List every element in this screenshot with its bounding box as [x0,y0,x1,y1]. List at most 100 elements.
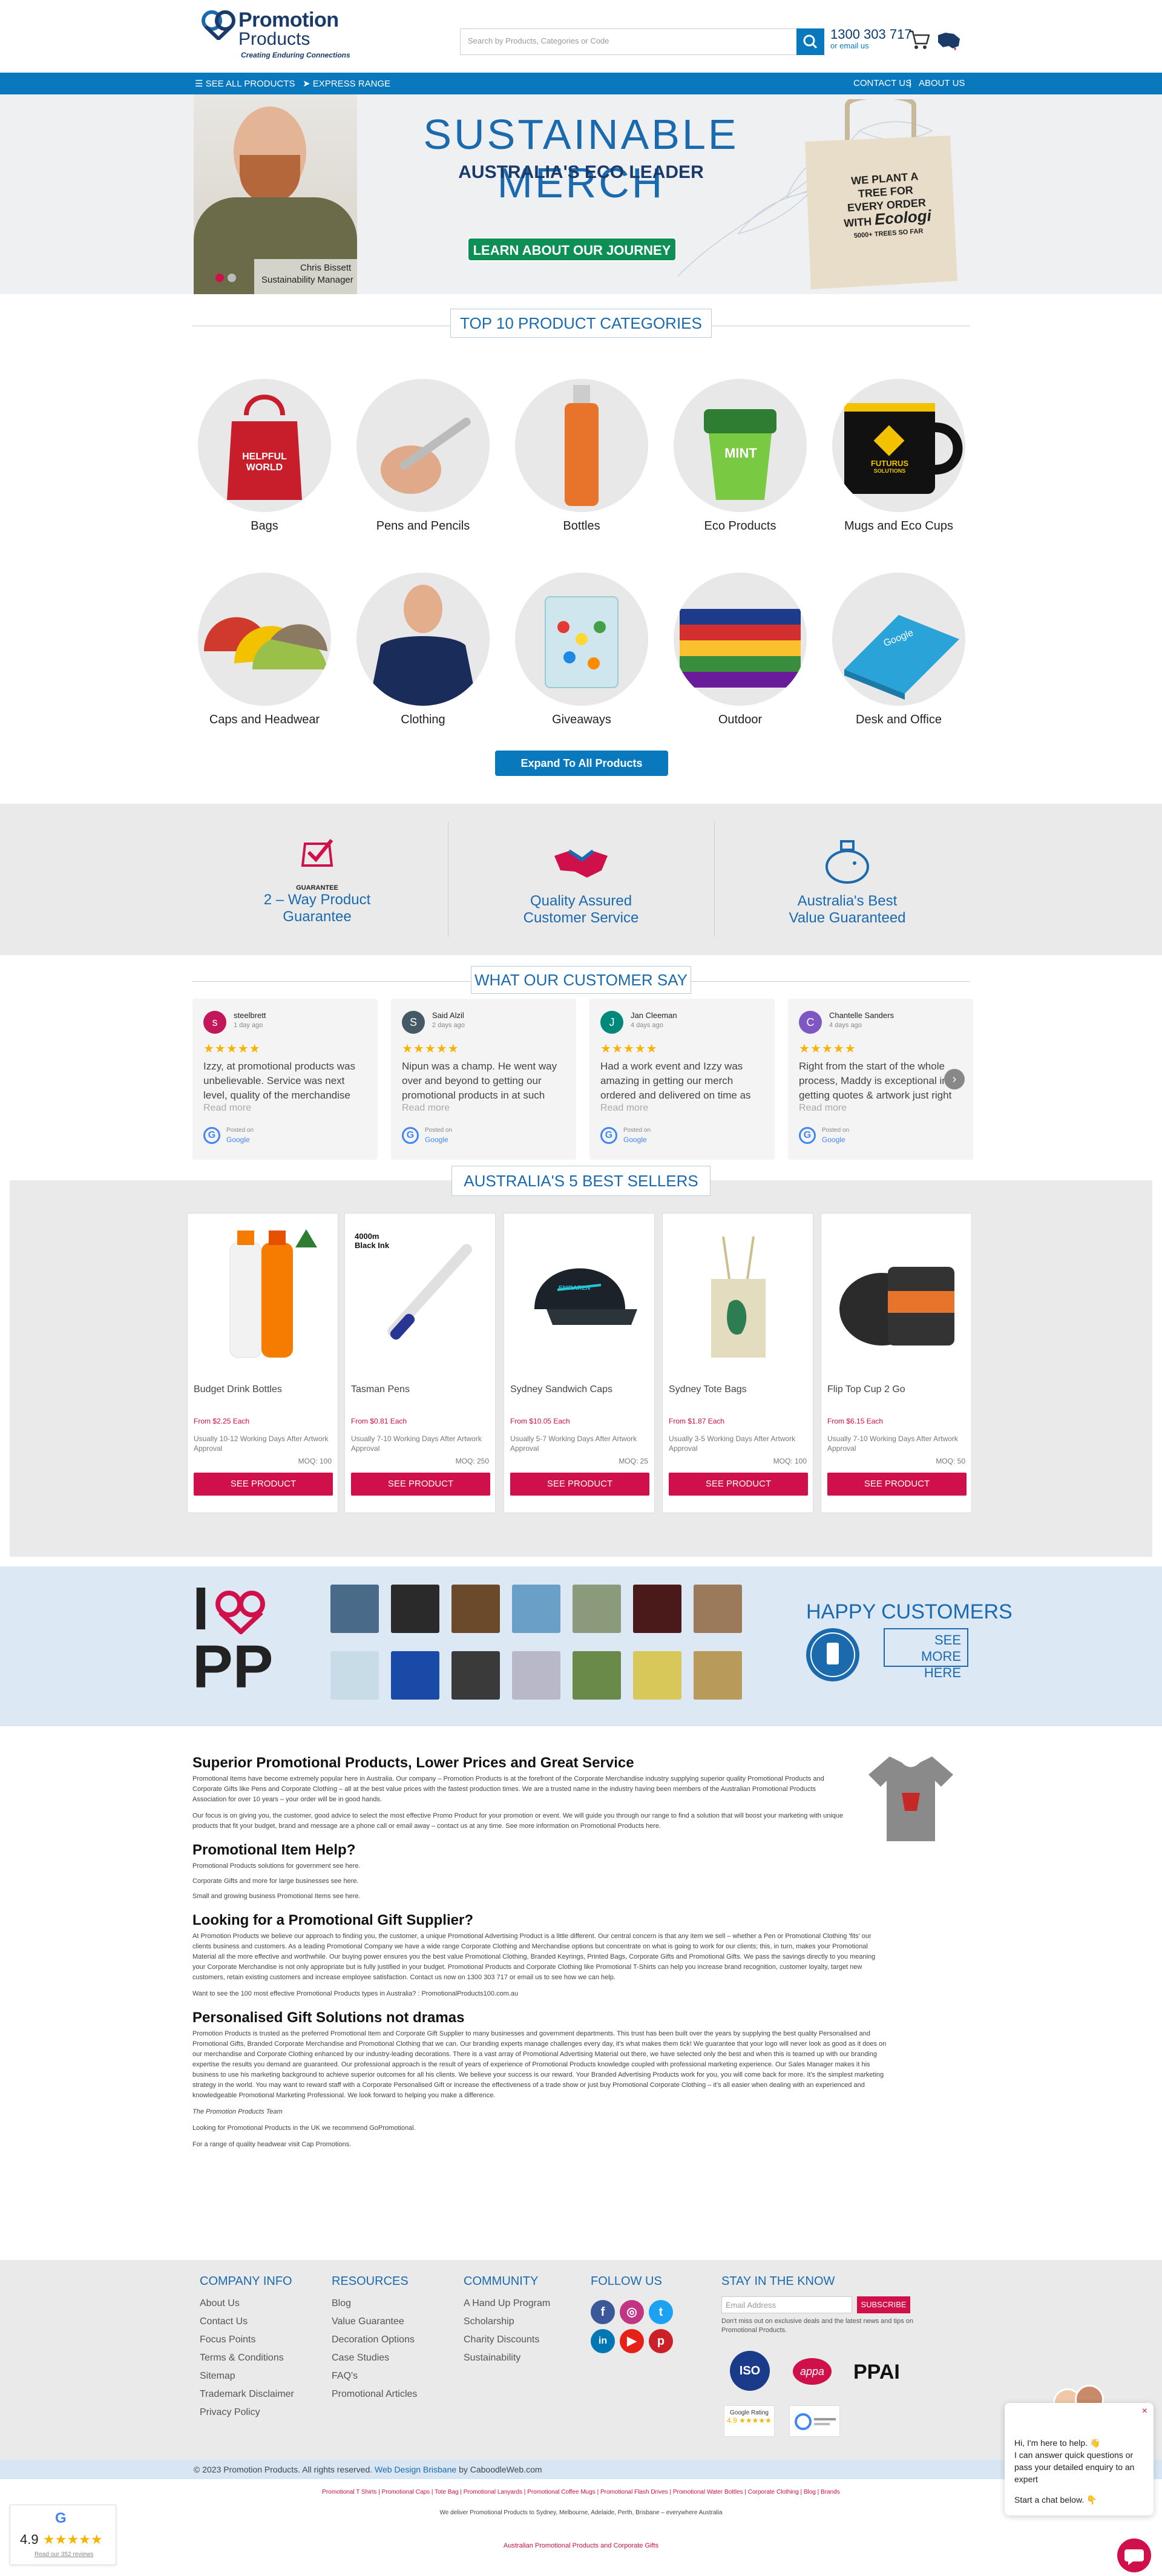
customer-thumbnail[interactable] [330,1651,379,1700]
learn-journey-button[interactable]: LEARN ABOUT OUR JOURNEY [467,237,677,261]
customer-thumbnail[interactable] [391,1585,439,1633]
review-card[interactable]: S Said Alzil 2 days ago ★★★★★ Nipun was … [391,999,576,1160]
category-caps[interactable]: Caps and Headwear [198,573,331,727]
content-link-government[interactable]: Promotional Products solutions for gover… [192,1861,888,1871]
nav-about[interactable]: ABOUT US [919,78,965,88]
customer-thumbnail[interactable] [633,1585,681,1633]
footer-link[interactable]: Sustainability [464,2349,550,2367]
australian-products-link[interactable]: Australian Promotional Products and Corp… [0,2542,1162,2549]
read-more-link[interactable]: Read more [600,1103,648,1114]
customer-thumbnail[interactable] [451,1585,500,1633]
footer-link[interactable]: Charity Discounts [464,2331,550,2349]
reviews-next-arrow-icon[interactable]: › [944,1069,965,1089]
see-product-button[interactable]: SEE PRODUCT [510,1473,649,1496]
category-eco[interactable]: MINT Eco Products [674,379,807,533]
subscribe-button[interactable]: SUBSCRIBE [857,2296,910,2313]
twitter-icon[interactable]: t [649,2300,673,2324]
product-card[interactable]: 4000m Black Ink Tasman Pens From $0.81 Ea… [344,1213,496,1513]
footer-link[interactable]: Privacy Policy [200,2404,294,2422]
youtube-icon[interactable]: ▶ [620,2329,644,2353]
content-link-caps[interactable]: For a range of quality headwear visit Ca… [192,2140,888,2150]
nav-express-range[interactable]: ➤ EXPRESS RANGE [303,78,390,89]
search-input[interactable]: Search by Products, Categories or Code [460,28,797,55]
footer-link[interactable]: Value Guarantee [332,2313,417,2331]
footer-link[interactable]: Sitemap [200,2367,294,2385]
product-name[interactable]: Flip Top Cup 2 Go [827,1384,905,1395]
search-button[interactable] [796,28,824,55]
product-name[interactable]: Tasman Pens [351,1384,410,1395]
expand-categories-button[interactable]: Expand To All Products Categories ⌄ [495,751,668,795]
category-bottles[interactable]: Bottles [515,379,648,533]
category-giveaways[interactable]: Giveaways [515,573,648,727]
customer-thumbnail[interactable] [512,1651,560,1700]
content-link-corporate[interactable]: Corporate Gifts and more for large busin… [192,1876,888,1887]
footer-link[interactable]: Scholarship [464,2313,550,2331]
footer-link[interactable]: A Hand Up Program [464,2295,550,2313]
phone-number[interactable]: 1300 303 717 [830,27,912,42]
slider-dot-active[interactable] [215,274,224,282]
footer-link[interactable]: Decoration Options [332,2331,417,2349]
review-card[interactable]: J Jan Cleeman 4 days ago ★★★★★ Had a wor… [589,999,775,1160]
content-link-top100[interactable]: Want to see the 100 most effective Promo… [192,1989,888,1999]
chat-launcher-button[interactable] [1117,2538,1151,2572]
footer-link[interactable]: Focus Points [200,2331,294,2349]
chat-popup[interactable]: × Hi, I'm here to help. 👋 I can answer q… [1005,2403,1154,2515]
web-design-link[interactable]: Web Design Brisbane [375,2465,456,2474]
footer-link[interactable]: Case Studies [332,2349,417,2367]
product-name[interactable]: Sydney Sandwich Caps [510,1384,612,1395]
see-product-button[interactable]: SEE PRODUCT [194,1473,333,1496]
site-logo[interactable]: Promotion Products Creating Enduring Con… [201,8,382,59]
close-icon[interactable]: × [1142,2405,1147,2417]
product-card[interactable]: Budget Drink Bottles From $2.25 Each Usu… [187,1213,338,1513]
read-more-link[interactable]: Read more [203,1103,251,1114]
footer-link[interactable]: FAQ's [332,2367,417,2385]
product-name[interactable]: Budget Drink Bottles [194,1384,282,1395]
customer-thumbnail[interactable] [694,1585,742,1633]
customer-thumbnail[interactable] [391,1651,439,1700]
category-bags[interactable]: HELPFUL WORLD Bags [198,379,331,533]
customer-thumbnail[interactable] [633,1651,681,1700]
footer-link[interactable]: Promotional Articles [332,2385,417,2404]
linkedin-icon[interactable]: in [591,2329,615,2353]
category-mugs[interactable]: FUTURUS SOLUTIONS Mugs and Eco Cups [832,379,965,533]
category-desk[interactable]: Google Desk and Office [832,573,965,727]
see-product-button[interactable]: SEE PRODUCT [669,1473,808,1496]
category-outdoor[interactable]: Outdoor [674,573,807,727]
see-more-link[interactable]: SEE MORE HERE [884,1628,968,1680]
category-clothing[interactable]: Clothing [356,573,490,727]
review-card[interactable]: s steelbrett 1 day ago ★★★★★ Izzy, at pr… [192,999,378,1160]
see-product-button[interactable]: SEE PRODUCT [827,1473,967,1496]
customer-thumbnail[interactable] [694,1651,742,1700]
google-rating-badge[interactable]: Google Rating 4.9 ★★★★★ [724,2405,775,2437]
footer-link[interactable]: Blog [332,2295,417,2313]
customer-thumbnail[interactable] [573,1585,621,1633]
designer-credit[interactable]: by CaboodleWeb.com [459,2465,542,2474]
cart-icon[interactable] [908,29,930,51]
footer-links-line[interactable]: Promotional T Shirts | Promotional Caps … [0,2489,1162,2496]
read-reviews-link[interactable]: Read our 352 reviews [34,2551,93,2558]
product-card[interactable]: Sydney Tote Bags From $1.87 Each Usually… [662,1213,813,1513]
email-link[interactable]: or email us [830,41,869,50]
read-more-link[interactable]: Read more [402,1103,450,1114]
footer-link[interactable]: About Us [200,2295,294,2313]
slider-dot[interactable] [228,274,236,282]
footer-link[interactable]: Terms & Conditions [200,2349,294,2367]
customer-thumbnail[interactable] [573,1651,621,1700]
product-name[interactable]: Sydney Tote Bags [669,1384,747,1395]
read-more-link[interactable]: Read more [799,1103,847,1114]
product-card[interactable]: ENIRAREN Sydney Sandwich Caps From $10.0… [504,1213,655,1513]
customer-thumbnail[interactable] [512,1585,560,1633]
instagram-icon[interactable]: ◎ [620,2300,644,2324]
content-link-uk[interactable]: Looking for Promotional Products in the … [192,2123,888,2134]
footer-link[interactable]: Contact Us [200,2313,294,2331]
product-card[interactable]: Flip Top Cup 2 Go From $6.15 Each Usuall… [821,1213,972,1513]
google-reviews-badge[interactable]: G 4.9 ★★★★★ Read our 352 reviews [10,2505,116,2565]
footer-link[interactable]: Trademark Disclaimer [200,2385,294,2404]
customer-thumbnail[interactable] [330,1585,379,1633]
category-pens[interactable]: Pens and Pencils [356,379,490,533]
nav-contact[interactable]: CONTACT US [853,78,911,88]
see-product-button[interactable]: SEE PRODUCT [351,1473,490,1496]
newsletter-email-input[interactable]: Email Address [721,2296,852,2313]
hero-banner[interactable]: Chris Bissett Sustainability Manager SUS… [0,94,1162,294]
content-link-small-business[interactable]: Small and growing business Promotional I… [192,1891,888,1902]
